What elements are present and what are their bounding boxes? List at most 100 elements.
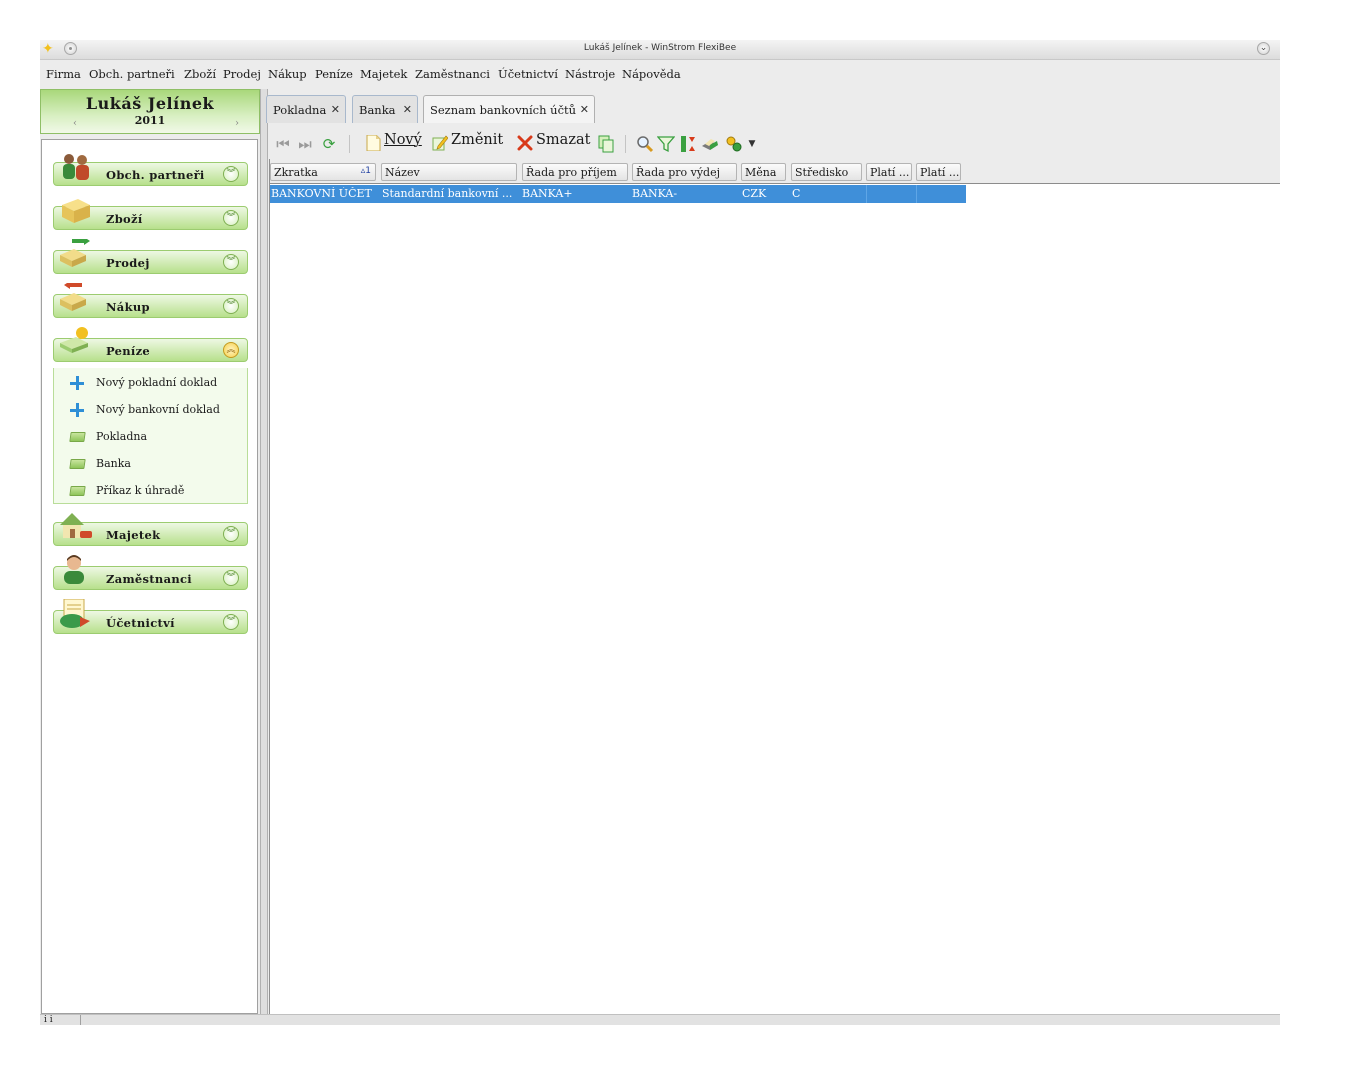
- settings-gears-icon[interactable]: [725, 135, 743, 153]
- column-header-label: Měna: [745, 166, 777, 179]
- nav-section-label: Nákup: [106, 300, 150, 314]
- refresh-icon[interactable]: ⟳: [320, 135, 338, 153]
- sort-icon[interactable]: [679, 135, 697, 153]
- tab-label: Banka: [359, 103, 396, 117]
- cell-nazev: Standardní bankovní ...: [382, 187, 513, 200]
- last-record-icon[interactable]: ⏭: [296, 135, 314, 153]
- menu-ucetnictvi[interactable]: Účetnictví: [498, 67, 558, 81]
- nav-section-nakup[interactable]: Nákup ︾: [53, 283, 248, 318]
- accounting-document-icon: [60, 599, 90, 628]
- chevron-down-icon[interactable]: ▼: [743, 135, 761, 153]
- status-bar: i i: [40, 1014, 1280, 1025]
- expand-chevron-icon[interactable]: ︾: [223, 298, 239, 314]
- close-icon[interactable]: ✕: [580, 103, 589, 116]
- nav-section-penize[interactable]: Peníze ︽: [53, 327, 248, 362]
- cell-zkratka: BANKOVNÍ ÚČET: [271, 187, 372, 200]
- tab-label: Pokladna: [273, 103, 327, 117]
- collapse-chevron-icon[interactable]: ︽: [223, 342, 239, 358]
- cell-stredisko: C: [792, 187, 801, 200]
- column-header-zkratka[interactable]: Zkratka ▵1: [270, 163, 376, 181]
- status-separator: [80, 1015, 81, 1025]
- nav-year: 2011: [134, 114, 166, 127]
- expand-chevron-icon[interactable]: ︾: [223, 614, 239, 630]
- nav-section-zamestnanci[interactable]: Zaměstnanci ︾: [53, 555, 248, 590]
- cell-mena: CZK: [742, 187, 767, 200]
- nav-section-obch-partneri[interactable]: Obch. partneři ︾: [53, 154, 248, 186]
- nav-section-label: Prodej: [106, 256, 150, 270]
- nav-panel: Obch. partneři ︾ Zboží ︾ Prodej ︾ Nákup: [41, 139, 258, 1014]
- next-year-icon[interactable]: ›: [235, 118, 239, 129]
- column-header-stredisko[interactable]: Středisko: [791, 163, 862, 181]
- nav-item-label: Příkaz k úhradě: [96, 484, 185, 497]
- menu-prodej[interactable]: Prodej: [223, 67, 261, 81]
- panel-splitter[interactable]: [260, 89, 268, 1019]
- column-header-rada-pro-vydej[interactable]: Řada pro výdej: [632, 163, 737, 181]
- column-header-label: Zkratka: [274, 166, 318, 179]
- tab-seznam-bankovnich-uctu[interactable]: Seznam bankovních účtů ✕: [423, 95, 595, 123]
- menu-zbozi[interactable]: Zboží: [184, 67, 216, 81]
- tab-banka[interactable]: Banka ✕: [352, 95, 418, 123]
- edit-button[interactable]: Změnit: [432, 132, 508, 153]
- expand-chevron-icon[interactable]: ︾: [223, 526, 239, 542]
- app-window: ✦ Lukáš Jelínek - WinStrom FlexiBee ⌄ Fi…: [40, 40, 1280, 1025]
- table-header: Zkratka ▵1 Název Řada pro příjem Řada pr…: [270, 159, 1280, 184]
- column-header-nazev[interactable]: Název: [381, 163, 517, 181]
- partners-icon: [63, 154, 89, 180]
- money-icon: [60, 327, 88, 353]
- close-icon[interactable]: ✕: [331, 103, 340, 116]
- column-header-rada-pro-prijem[interactable]: Řada pro příjem: [522, 163, 628, 181]
- close-icon[interactable]: ✕: [403, 103, 412, 116]
- expand-chevron-icon[interactable]: ︾: [223, 210, 239, 226]
- menu-nastroje[interactable]: Nástroje: [565, 67, 615, 81]
- delete-cross-icon: [517, 135, 533, 151]
- menu-nakup[interactable]: Nákup: [268, 67, 307, 81]
- first-record-icon[interactable]: ⏮: [274, 135, 292, 153]
- window-menu-icon[interactable]: ⌄: [1257, 42, 1270, 55]
- nav-section-label: Účetnictví: [106, 616, 175, 630]
- folder-icon: [69, 432, 86, 442]
- delete-button-label: Smazat: [536, 132, 591, 148]
- toolbar-separator: [625, 135, 626, 153]
- nav-section-zbozi[interactable]: Zboží ︾: [53, 199, 248, 230]
- tab-pokladna[interactable]: Pokladna ✕: [266, 95, 346, 123]
- nav-section-ucetnictvi[interactable]: Účetnictví ︾: [53, 599, 248, 634]
- nav-item-label: Pokladna: [96, 430, 148, 443]
- menu-firma[interactable]: Firma: [46, 67, 81, 81]
- column-header-label: Název: [385, 166, 420, 179]
- column-header-label: Řada pro příjem: [526, 166, 617, 179]
- employee-icon: [64, 555, 84, 584]
- copy-icon[interactable]: [597, 135, 615, 153]
- print-icon[interactable]: [701, 135, 719, 153]
- column-header-plati-2[interactable]: Platí ...: [916, 163, 961, 181]
- nav-section-label: Obch. partneři: [106, 168, 205, 182]
- bank-accounts-table: Zkratka ▵1 Název Řada pro příjem Řada pr…: [269, 159, 1280, 1019]
- nav-user-name: Lukáš Jelínek: [85, 94, 215, 113]
- expand-chevron-icon[interactable]: ︾: [223, 570, 239, 586]
- menu-penize[interactable]: Peníze: [315, 67, 353, 81]
- sort-ascending-icon: ▵1: [360, 166, 371, 176]
- goods-box-icon: [62, 199, 90, 223]
- column-header-mena[interactable]: Měna: [741, 163, 786, 181]
- tab-label: Seznam bankovních účtů: [430, 103, 577, 117]
- cell-rada-pro-vydej: BANKA-: [632, 187, 678, 200]
- filter-icon[interactable]: [657, 135, 675, 153]
- expand-chevron-icon[interactable]: ︾: [223, 254, 239, 270]
- plus-icon: [70, 376, 84, 390]
- search-icon[interactable]: [636, 135, 654, 153]
- new-button-label: Nový: [384, 132, 422, 148]
- table-row[interactable]: BANKOVNÍ ÚČET Standardní bankovní ... BA…: [270, 185, 966, 203]
- menu-obch-partneri[interactable]: Obch. partneři: [89, 67, 175, 81]
- cell-divider: [916, 185, 917, 203]
- column-header-plati-1[interactable]: Platí ...: [866, 163, 912, 181]
- toolbar: ⏮ ⏭ ⟳ Nový Změnit Smazat ▼: [269, 125, 1280, 159]
- menu-majetek[interactable]: Majetek: [360, 67, 407, 81]
- nav-section-majetek[interactable]: Majetek ︾: [53, 513, 248, 546]
- nav-section-prodej[interactable]: Prodej ︾: [53, 239, 248, 274]
- expand-chevron-icon[interactable]: ︾: [223, 166, 239, 182]
- delete-button[interactable]: Smazat: [517, 132, 593, 153]
- menu-napoveda[interactable]: Nápověda: [622, 67, 681, 81]
- column-header-label: Platí ...: [920, 166, 960, 179]
- window-title: Lukáš Jelínek - WinStrom FlexiBee: [583, 43, 737, 53]
- menu-zamestnanci[interactable]: Zaměstnanci: [415, 67, 490, 81]
- new-button[interactable]: Nový: [365, 132, 425, 153]
